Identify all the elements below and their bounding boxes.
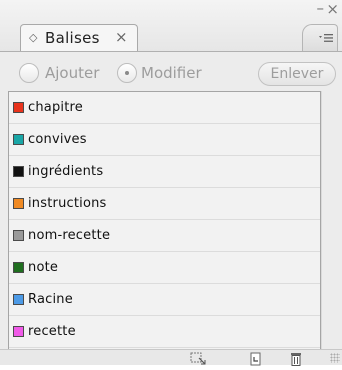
list-scrollbar[interactable] xyxy=(321,91,337,349)
tag-label: recette xyxy=(28,324,76,339)
tag-list: chapitre convives ingrédients instructio… xyxy=(8,91,321,349)
tag-label: instructions xyxy=(28,196,107,211)
tab-close-icon[interactable]: × xyxy=(115,28,128,46)
tag-label: ingrédients xyxy=(28,164,104,179)
add-radio-button[interactable] xyxy=(19,63,39,83)
tag-row-racine[interactable]: Racine xyxy=(9,284,320,316)
panel-footer xyxy=(0,349,342,366)
tag-label: nom-recette xyxy=(28,228,111,243)
color-swatch xyxy=(13,294,24,305)
tab-label: Balises xyxy=(45,29,100,47)
modify-label: Modifier xyxy=(141,64,202,82)
resize-grip-icon[interactable] xyxy=(330,353,340,363)
tab-divider xyxy=(0,51,342,52)
tag-label: convives xyxy=(28,132,87,147)
radio-selected-dot xyxy=(125,71,129,75)
tag-row-nom-recette[interactable]: nom-recette xyxy=(9,220,320,252)
tag-row-note[interactable]: note xyxy=(9,252,320,284)
tag-row-instructions[interactable]: instructions xyxy=(9,188,320,220)
color-swatch xyxy=(13,102,24,113)
color-swatch xyxy=(13,326,24,337)
color-swatch xyxy=(13,262,24,273)
diamond-icon: ◇ xyxy=(29,31,38,44)
tab-balises[interactable]: ◇ Balises × xyxy=(20,24,138,52)
color-swatch xyxy=(13,198,24,209)
tag-row-ingredients[interactable]: ingrédients xyxy=(9,156,320,188)
add-label: Ajouter xyxy=(45,64,100,82)
color-swatch xyxy=(13,166,24,177)
balises-panel: – × ◇ Balises × Ajouter Modifier Enlever xyxy=(0,0,342,366)
tag-row-recette[interactable]: recette xyxy=(9,316,320,348)
modify-radio-button[interactable] xyxy=(117,63,137,83)
panel-menu-icon xyxy=(319,33,333,45)
tag-row-chapitre[interactable]: chapitre xyxy=(9,92,320,124)
color-swatch xyxy=(13,230,24,241)
trash-icon[interactable] xyxy=(288,351,304,366)
panel-titlebar: – × ◇ Balises × xyxy=(0,0,342,52)
new-tag-from-selection-icon[interactable] xyxy=(190,351,206,365)
remove-button[interactable]: Enlever xyxy=(258,62,336,86)
minimize-icon[interactable]: – xyxy=(317,0,325,16)
tag-label: note xyxy=(28,260,59,275)
tag-label: Racine xyxy=(28,292,73,307)
panel-menu-button[interactable] xyxy=(302,24,338,52)
color-swatch xyxy=(13,134,24,145)
tag-label: chapitre xyxy=(28,100,83,115)
tag-row-convives[interactable]: convives xyxy=(9,124,320,156)
new-tag-icon[interactable] xyxy=(248,351,264,366)
close-panel-icon[interactable]: × xyxy=(326,1,339,17)
